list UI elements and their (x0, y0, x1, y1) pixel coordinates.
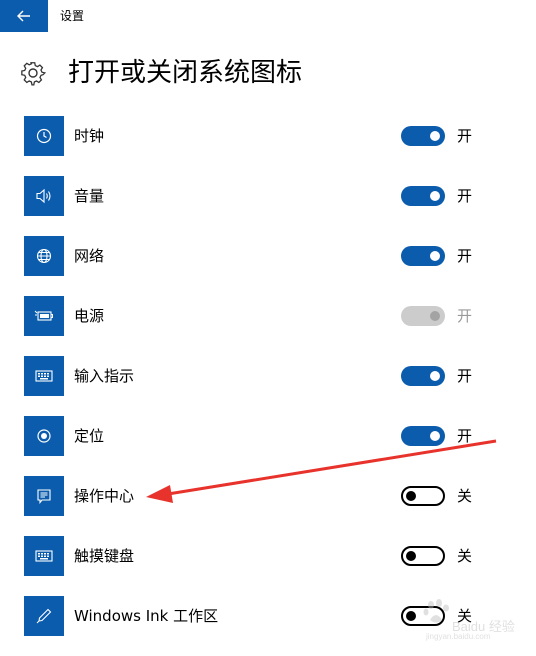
item-label: 网络 (74, 247, 105, 265)
item-label: 音量 (74, 187, 105, 205)
pen-icon (36, 608, 52, 624)
item-label: 定位 (74, 427, 105, 445)
toggle-state-label: 关 (457, 547, 473, 565)
input-indicator-toggle[interactable] (401, 366, 445, 386)
list-item-network: 网络 开 (24, 236, 524, 276)
toggle-state-label: 开 (457, 187, 473, 205)
list-item-volume: 音量 开 (24, 176, 524, 216)
watermark-url: jingyan.baidu.com (426, 632, 491, 641)
location-toggle[interactable] (401, 426, 445, 446)
pen-icon-tile (24, 596, 64, 636)
toggle-knob (430, 311, 440, 321)
toggle-knob (430, 191, 440, 201)
gear-icon (21, 62, 46, 86)
list-item-location: 定位 开 (24, 416, 524, 456)
toggle-state-label: 开 (457, 307, 473, 325)
toggle-state-label: 开 (457, 127, 473, 145)
item-label: Windows Ink 工作区 (74, 607, 219, 625)
toggle-knob (430, 251, 440, 261)
battery-plug-icon (34, 310, 53, 321)
clock-icon-tile (24, 116, 64, 156)
keyboard-icon (35, 370, 53, 382)
touch-keyboard-toggle[interactable] (401, 546, 445, 566)
globe-icon (36, 248, 52, 264)
toggle-state-label: 开 (457, 367, 473, 385)
toggle-state-label: 开 (457, 427, 473, 445)
list-item-clock: 时钟 开 (24, 116, 524, 156)
location-target-icon-tile (24, 416, 64, 456)
list-item-power: 电源 开 (24, 296, 524, 336)
item-label: 输入指示 (74, 367, 135, 385)
location-target-icon (37, 429, 51, 443)
toggle-knob (406, 491, 416, 501)
watermark: Baidu 经验 jingyan.baidu.com (420, 596, 530, 646)
clock-toggle[interactable] (401, 126, 445, 146)
paw-logo-icon (423, 599, 449, 623)
title-bar: 设置 (0, 0, 536, 32)
keyboard-icon-tile (24, 356, 64, 396)
list-item-touch-keyboard: 触摸键盘 关 (24, 536, 524, 576)
toggle-state-label: 开 (457, 247, 473, 265)
volume-toggle[interactable] (401, 186, 445, 206)
item-label: 触摸键盘 (74, 547, 135, 565)
speaker-icon (36, 188, 51, 204)
toggle-knob (406, 551, 416, 561)
globe-icon-tile (24, 236, 64, 276)
toggle-knob (430, 131, 440, 141)
toggle-knob (430, 371, 440, 381)
page-header: 打开或关闭系统图标 (20, 56, 302, 90)
list-item-action-center: 操作中心 关 (24, 476, 524, 516)
keyboard-icon (35, 550, 53, 562)
back-button[interactable] (0, 0, 48, 32)
toggle-state-label: 关 (457, 487, 473, 505)
keyboard-icon-tile (24, 536, 64, 576)
action-center-icon (37, 489, 51, 504)
page-title: 打开或关闭系统图标 (68, 58, 303, 88)
speaker-icon-tile (24, 176, 64, 216)
arrow-left-icon (17, 10, 30, 22)
action-center-icon-tile (24, 476, 64, 516)
toggle-knob (406, 611, 416, 621)
item-label: 电源 (74, 307, 105, 325)
battery-plug-icon-tile (24, 296, 64, 336)
power-toggle[interactable] (401, 306, 445, 326)
clock-icon (36, 128, 52, 144)
app-title: 设置 (60, 9, 85, 23)
network-toggle[interactable] (401, 246, 445, 266)
action-center-toggle[interactable] (401, 486, 445, 506)
item-label: 时钟 (74, 127, 105, 145)
list-item-input-indicator: 输入指示 开 (24, 356, 524, 396)
system-icons-list: 时钟 开 音量 开 网络 开 电源 开 输入指示 开 定位 开 操作中心 关 触… (24, 116, 524, 656)
toggle-knob (430, 431, 440, 441)
item-label: 操作中心 (74, 487, 135, 505)
